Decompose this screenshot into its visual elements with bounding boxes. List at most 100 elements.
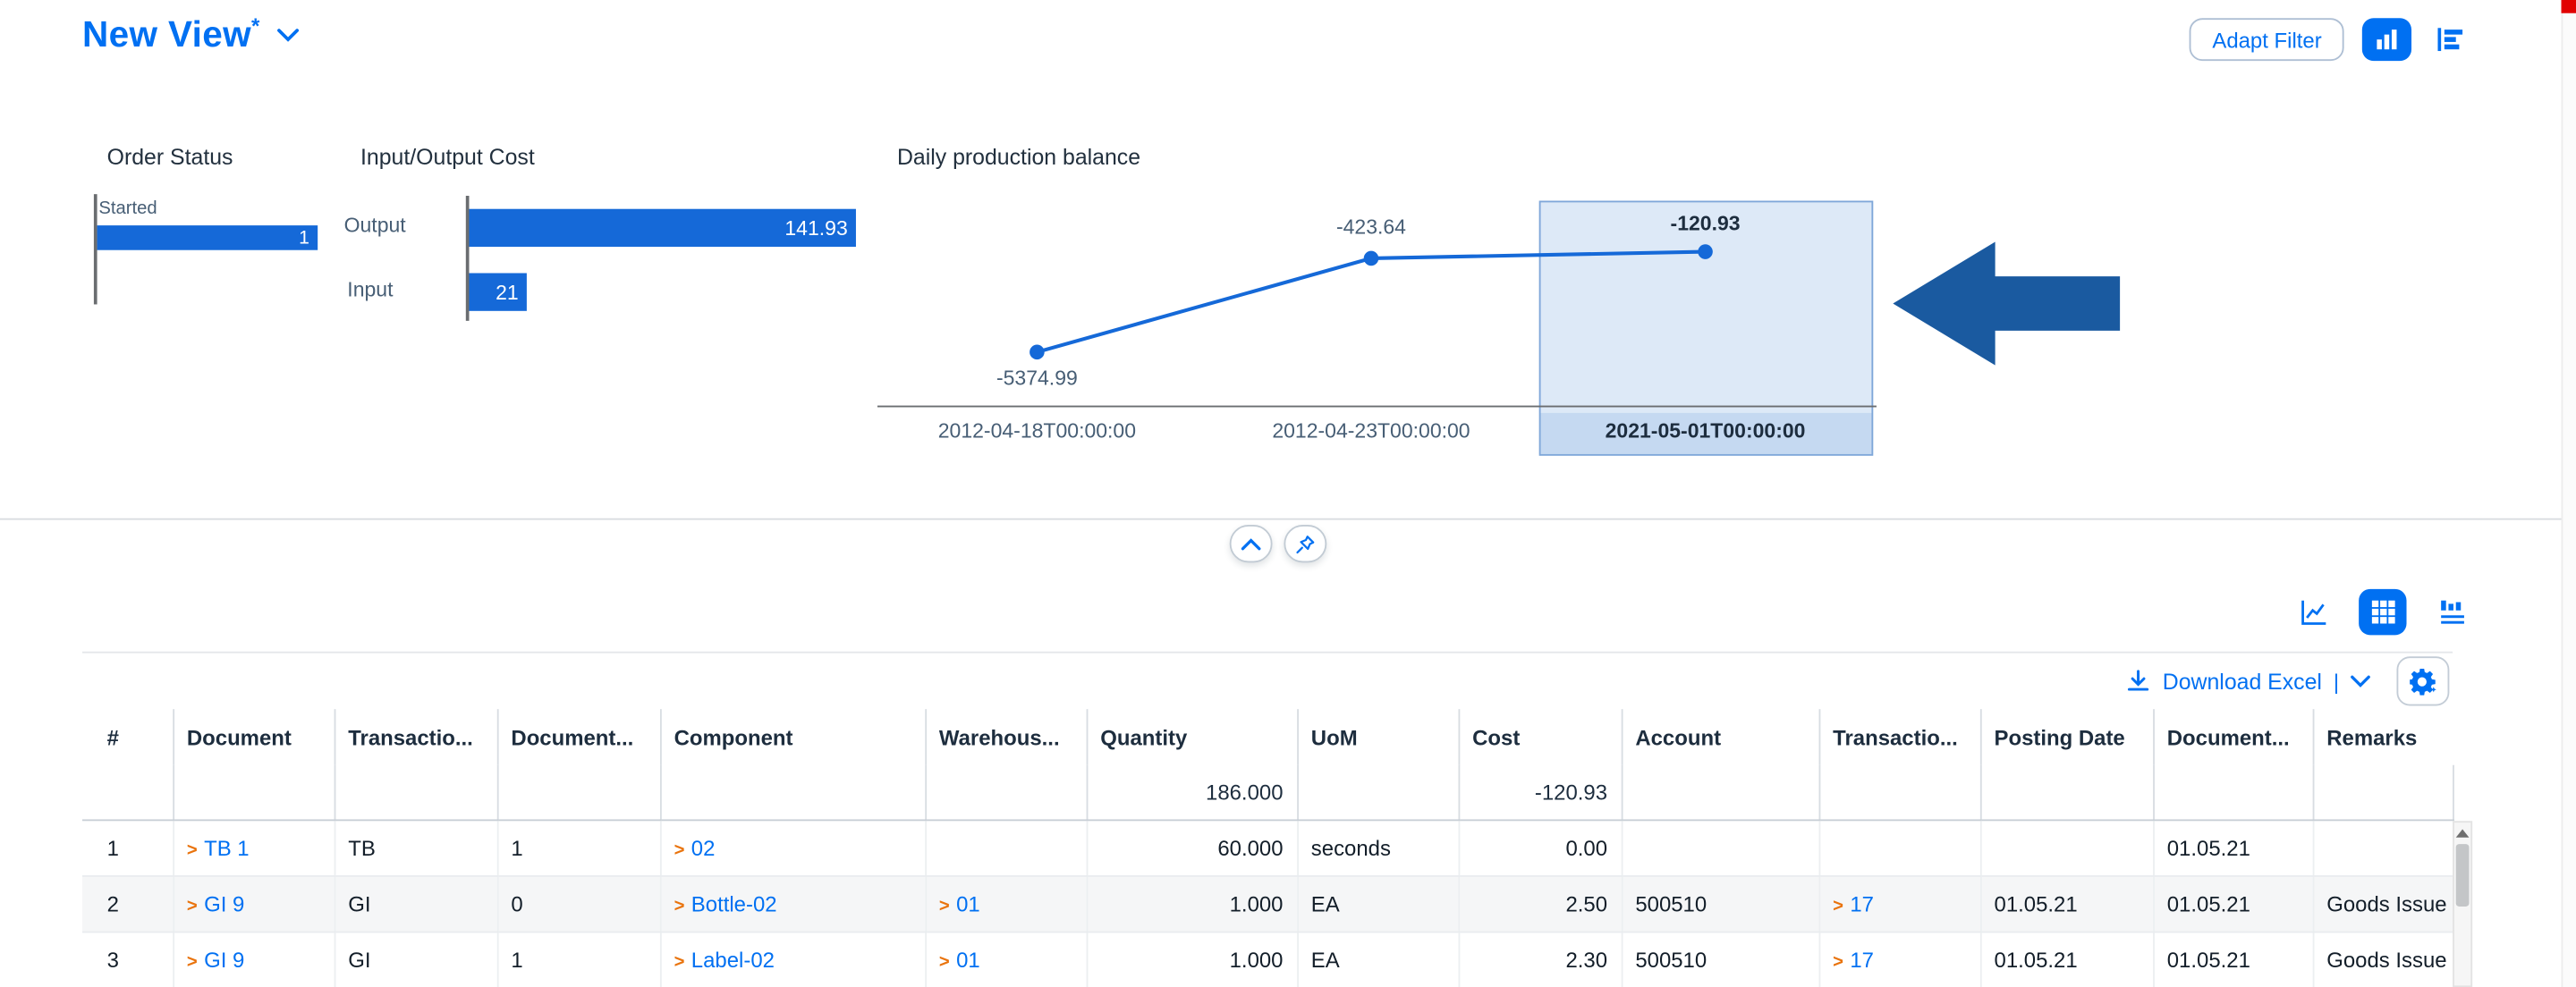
io-cost-bar-input[interactable]: 21 [469,273,526,310]
table-settings-button[interactable] [2396,656,2449,705]
cell-cost: 2.50 [1459,875,1622,932]
table-view-switch [2290,589,2476,636]
component-link[interactable]: 02 [691,835,716,860]
col-header-document-date[interactable]: Document... [2153,709,2313,765]
col-header-transaction-seq[interactable]: Transactio... [1819,709,1980,765]
download-split-separator: | [2334,669,2339,694]
cell-warehouse: 01 [925,875,1086,932]
cell-posting-date: 01.05.21 [1980,932,2153,987]
col-header-quantity[interactable]: Quantity [1087,709,1298,765]
app-window: New View* Adapt Filter Order Status Star… [0,0,2576,987]
point-value-label: -423.64 [1336,215,1406,239]
page-scrollbar[interactable] [2562,0,2576,987]
col-header-remarks[interactable]: Remarks [2313,709,2453,765]
cell-uom: seconds [1297,819,1458,875]
daily-balance-line-chart[interactable] [877,139,1898,460]
col-header-document-no[interactable]: Document... [497,709,660,765]
adapt-filter-button[interactable]: Adapt Filter [2190,18,2345,61]
header-actions: Adapt Filter [2190,18,2473,61]
download-excel-button[interactable]: Download Excel [2163,669,2322,694]
data-point-1[interactable] [1030,345,1045,360]
x-axis-label: 2012-04-18T00:00:00 [938,419,1136,443]
link-chevron-icon [1833,947,1850,972]
col-header-account[interactable]: Account [1622,709,1819,765]
link-chevron-icon [187,891,204,916]
x-axis-label: 2012-04-23T00:00:00 [1272,419,1470,443]
transaction-link[interactable]: 17 [1850,947,1874,972]
component-link[interactable]: Label-02 [691,947,775,972]
chart-view-toggle-button[interactable] [2363,18,2412,61]
col-header-document[interactable]: Document [173,709,334,765]
io-cost-category-output: Output [344,214,406,237]
cell-component: Label-02 [660,932,925,987]
total-quantity: 186.000 [1087,765,1298,820]
table-only-view-button[interactable] [2359,589,2406,636]
col-header-row-number[interactable]: # [82,709,173,765]
order-status-axis [94,194,97,304]
view-title-group[interactable]: New View* [82,13,300,56]
data-point-2[interactable] [1364,251,1379,266]
io-cost-output-value: 141.93 [784,216,856,240]
warehouse-link[interactable]: 01 [956,891,980,916]
col-header-cost[interactable]: Cost [1459,709,1622,765]
record-indicator [2562,0,2576,13]
cell-quantity: 1.000 [1087,932,1298,987]
order-status-bar-value: 1 [299,228,318,248]
pin-header-button[interactable] [1284,525,1326,562]
link-chevron-icon [1833,891,1850,916]
cell-remarks: Goods Issue [2313,932,2453,987]
compact-filter-toggle-button[interactable] [2430,18,2473,61]
cell-component: 02 [660,819,925,875]
col-header-transaction-type[interactable]: Transactio... [335,709,497,765]
table-row[interactable]: 2 GI 9 GI 0 Bottle-02 01 1.000 EA 2.50 5… [82,875,2453,932]
chart-table-view-button[interactable] [2428,589,2475,636]
document-link[interactable]: GI 9 [204,891,244,916]
line-items-table: # Document Transactio... Document... Com… [82,709,2453,987]
cell-document-no: 0 [497,875,660,932]
settings-gear-icon [2409,667,2436,695]
cell-warehouse: 01 [925,932,1086,987]
table-scrollbar[interactable] [2453,821,2472,987]
col-header-uom[interactable]: UoM [1297,709,1458,765]
visual-filter-daily-balance: Daily production balance -5374.99 -423.6… [877,139,1906,468]
cell-document-date: 01.05.21 [2153,932,2313,987]
table-scrollbar-thumb[interactable] [2456,844,2470,907]
warehouse-link[interactable]: 01 [956,947,980,972]
io-cost-bar-output[interactable]: 141.93 [469,209,855,247]
cell-cost: 0.00 [1459,819,1622,875]
cell-transaction-seq: 17 [1819,932,1980,987]
download-menu-chevron-icon[interactable] [2351,675,2370,688]
annotation-arrow-left-icon [1893,242,2120,366]
col-header-component[interactable]: Component [660,709,925,765]
component-link[interactable]: Bottle-02 [691,891,777,916]
cell-document-no: 1 [497,819,660,875]
cell-uom: EA [1297,932,1458,987]
cell-document-date: 01.05.21 [2153,875,2313,932]
line-items-table-card: Download Excel | # Document Transactio..… [82,652,2453,987]
chart-only-view-button[interactable] [2290,589,2337,636]
table-row[interactable]: 1 TB 1 TB 1 02 60.000 seconds 0.00 01.05… [82,819,2453,875]
link-chevron-icon [187,947,204,972]
document-link[interactable]: GI 9 [204,947,244,972]
table-row[interactable]: 3 GI 9 GI 1 Label-02 01 1.000 EA 2.30 50… [82,932,2453,987]
cell-row-number: 1 [82,819,173,875]
cell-warehouse [925,819,1086,875]
page-title-text: New View [82,13,251,55]
collapse-header-button[interactable] [1230,525,1273,562]
document-link[interactable]: TB 1 [204,835,250,860]
scroll-up-arrow-icon[interactable] [2456,830,2470,838]
io-cost-axis [466,196,469,321]
transaction-link[interactable]: 17 [1850,891,1874,916]
header-divider [0,519,2562,520]
cell-document-date: 01.05.21 [2153,819,2313,875]
cell-remarks: Goods Issue [2313,875,2453,932]
view-select-chevron-icon[interactable] [276,28,300,43]
cell-document: GI 9 [173,932,334,987]
link-chevron-icon [939,947,956,972]
download-icon[interactable] [2124,668,2150,694]
point-value-label-selected: -120.93 [1671,212,1741,235]
order-status-bar-started[interactable]: 1 [97,225,318,250]
col-header-posting-date[interactable]: Posting Date [1980,709,2153,765]
col-header-warehouse[interactable]: Warehous... [925,709,1086,765]
data-point-3[interactable] [1698,244,1713,259]
